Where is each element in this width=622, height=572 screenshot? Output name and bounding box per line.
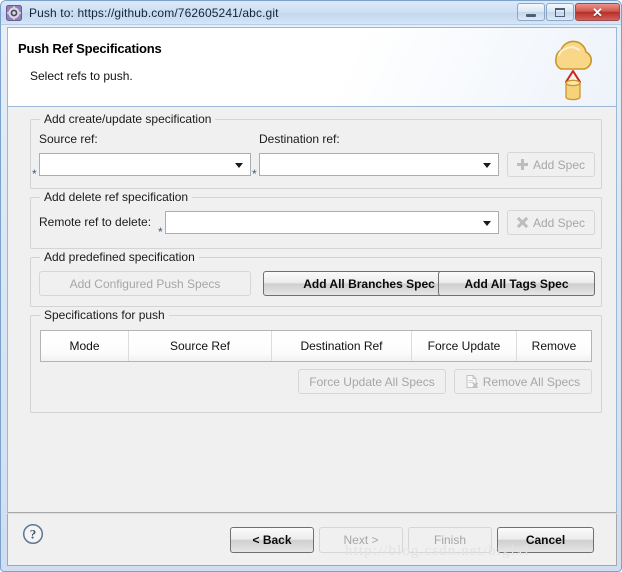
column-header-source-ref[interactable]: Source Ref (129, 331, 272, 361)
help-question-icon[interactable]: ? (22, 523, 44, 545)
maximize-icon (555, 7, 565, 17)
remove-all-specs-button[interactable]: Remove All Specs (454, 369, 592, 394)
remote-ref-required-marker: * (158, 225, 163, 239)
chevron-down-icon (235, 163, 243, 168)
group-title-predefined: Add predefined specification (40, 250, 199, 264)
group-add-predefined: Add predefined specification Add Configu… (30, 250, 602, 307)
chevron-down-icon (483, 163, 491, 168)
add-all-tags-spec-label: Add All Tags Spec (464, 276, 569, 291)
source-ref-label: Source ref: (39, 132, 98, 146)
add-spec-delete-button[interactable]: Add Spec (507, 210, 595, 235)
maximize-button[interactable] (546, 3, 574, 21)
source-ref-combo[interactable] (39, 153, 251, 176)
document-delete-icon (466, 375, 478, 389)
page-title: Push Ref Specifications (18, 41, 162, 56)
chevron-down-icon (483, 221, 491, 226)
add-spec-create-label: Add Spec (532, 157, 586, 172)
remote-ref-to-delete-combo[interactable] (165, 211, 499, 234)
next-button[interactable]: Next > (319, 527, 403, 553)
push-dialog-window: Push to: https://github.com/762605241/ab… (0, 0, 622, 572)
cloud-push-upload-icon (542, 33, 604, 105)
add-configured-push-specs-button[interactable]: Add Configured Push Specs (39, 271, 251, 296)
add-spec-delete-label: Add Spec (532, 215, 586, 230)
window-controls: ✕ (517, 3, 620, 21)
eclipse-gear-icon (6, 4, 22, 21)
close-icon: ✕ (592, 4, 603, 20)
dialog-button-bar: ? < Back Next > Finish Cancel (7, 514, 617, 566)
remove-all-specs-label: Remove All Specs (482, 374, 581, 389)
destination-ref-required-marker: * (252, 167, 257, 181)
group-title-create-update: Add create/update specification (40, 112, 216, 126)
group-add-delete-ref: Add delete ref specification Remote ref … (30, 190, 602, 249)
page-subtitle: Select refs to push. (30, 69, 133, 83)
minimize-icon (526, 14, 536, 17)
group-title-specs: Specifications for push (40, 308, 169, 322)
source-ref-required-marker: * (32, 167, 37, 181)
column-header-destination-ref[interactable]: Destination Ref (272, 331, 412, 361)
minimize-button[interactable] (517, 3, 545, 21)
group-add-create-update: Add create/update specification Source r… (30, 112, 602, 189)
finish-button-label: Finish (433, 533, 466, 547)
destination-ref-label: Destination ref: (259, 132, 340, 146)
window-title: Push to: https://github.com/762605241/ab… (29, 5, 279, 20)
next-button-label: Next > (343, 533, 379, 547)
back-button[interactable]: < Back (230, 527, 314, 553)
add-configured-push-specs-label: Add Configured Push Specs (69, 276, 221, 291)
column-header-remove[interactable]: Remove (517, 331, 591, 361)
plus-icon (516, 159, 528, 170)
title-bar: Push to: https://github.com/762605241/ab… (1, 1, 621, 25)
group-title-delete-ref: Add delete ref specification (40, 190, 193, 204)
force-update-all-specs-button[interactable]: Force Update All Specs (298, 369, 446, 394)
add-spec-create-button[interactable]: Add Spec (507, 152, 595, 177)
column-header-mode[interactable]: Mode (41, 331, 129, 361)
add-all-branches-spec-label: Add All Branches Spec (303, 276, 435, 291)
specifications-table[interactable]: Mode Source Ref Destination Ref Force Up… (40, 330, 592, 362)
svg-text:?: ? (30, 527, 37, 542)
finish-button[interactable]: Finish (408, 527, 492, 553)
wizard-content: Add create/update specification Source r… (7, 107, 617, 513)
back-button-label: < Back (252, 533, 292, 547)
x-mark-icon (517, 217, 528, 228)
destination-ref-combo[interactable] (259, 153, 499, 176)
cancel-button[interactable]: Cancel (497, 527, 594, 553)
group-specifications-for-push: Specifications for push Mode Source Ref … (30, 308, 602, 413)
wizard-header: Push Ref Specifications Select refs to p… (7, 27, 617, 107)
cancel-button-label: Cancel (525, 533, 566, 547)
force-update-all-specs-label: Force Update All Specs (309, 374, 435, 389)
add-all-tags-spec-button[interactable]: Add All Tags Spec (438, 271, 595, 296)
close-button[interactable]: ✕ (575, 3, 620, 21)
remote-ref-to-delete-label: Remote ref to delete: (39, 215, 152, 229)
column-header-force-update[interactable]: Force Update (412, 331, 517, 361)
